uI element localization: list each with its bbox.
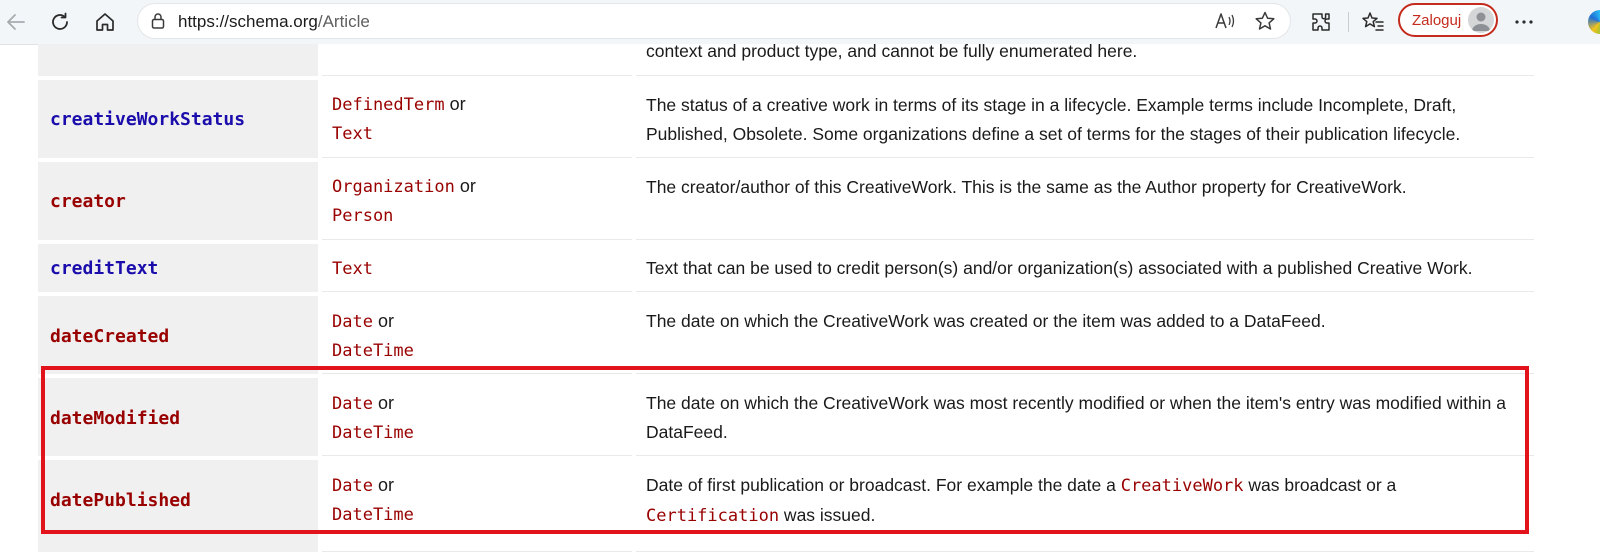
description-cell: The date on which the CreativeWork was c… xyxy=(636,296,1534,374)
url-host: https://schema.org xyxy=(178,12,318,31)
home-button[interactable] xyxy=(89,6,121,38)
toolbar-divider xyxy=(1348,12,1349,32)
favorites-button[interactable] xyxy=(1357,6,1389,38)
type-cell: DefinedTerm or Text xyxy=(322,80,632,158)
refresh-button[interactable] xyxy=(44,6,76,38)
table-row: dateCreated Date or DateTime The date on… xyxy=(38,296,1534,374)
description-cell: The creator/author of this CreativeWork.… xyxy=(636,162,1534,240)
highlight-box xyxy=(41,366,1529,534)
property-link[interactable]: creativeWorkStatus xyxy=(50,109,245,130)
type-separator: or xyxy=(444,94,466,114)
type-link[interactable]: Organization xyxy=(332,177,455,197)
type-cell xyxy=(322,44,632,76)
property-cell xyxy=(38,44,318,76)
more-icon xyxy=(1515,20,1533,24)
type-separator: or xyxy=(372,311,394,331)
page-right-margin xyxy=(1534,44,1600,552)
extensions-icon xyxy=(1312,13,1330,31)
description-cell: Text that can be used to credit person(s… xyxy=(636,244,1534,292)
extensions-button[interactable] xyxy=(1305,6,1337,38)
back-button[interactable] xyxy=(0,6,32,38)
type-cell: Text xyxy=(322,244,632,292)
property-cell: creativeWorkStatus xyxy=(38,80,318,158)
table-row-partial: context and product type, and cannot be … xyxy=(38,41,1534,76)
url-text[interactable]: https://schema.org/Article xyxy=(178,12,370,32)
type-link[interactable]: DateTime xyxy=(332,341,414,361)
property-link[interactable]: creditText xyxy=(50,258,158,279)
table-row: creator Organization or Person The creat… xyxy=(38,162,1534,240)
description-text: The status of a creative work in terms o… xyxy=(646,95,1461,144)
description-cell: The status of a creative work in terms o… xyxy=(636,80,1534,158)
address-bar[interactable]: https://schema.org/Article xyxy=(138,4,1290,38)
description-text: The date on which the CreativeWork was c… xyxy=(646,311,1326,331)
type-link[interactable]: Date xyxy=(332,312,373,332)
back-arrow-icon xyxy=(7,14,25,30)
lock-icon[interactable] xyxy=(148,11,168,31)
refresh-icon xyxy=(52,12,68,30)
read-aloud-icon[interactable] xyxy=(1214,11,1236,31)
property-cell: dateCreated xyxy=(38,296,318,374)
type-cell: Date or DateTime xyxy=(322,296,632,374)
description-cell: context and product type, and cannot be … xyxy=(636,41,1534,76)
property-cell: creator xyxy=(38,162,318,240)
property-link[interactable]: creator xyxy=(50,191,126,212)
more-menu-button[interactable] xyxy=(1508,6,1540,38)
property-link[interactable]: dateCreated xyxy=(50,326,169,347)
table-row: creditText Text Text that can be used to… xyxy=(38,244,1534,292)
type-link[interactable]: Text xyxy=(332,259,373,279)
table-row: creativeWorkStatus DefinedTerm or Text T… xyxy=(38,80,1534,158)
favorite-star-icon[interactable] xyxy=(1254,10,1276,32)
url-path: /Article xyxy=(317,12,370,31)
profile-label: Zaloguj xyxy=(1412,12,1462,29)
home-icon xyxy=(96,13,114,31)
type-link[interactable]: Person xyxy=(332,206,393,226)
description-text: The creator/author of this CreativeWork.… xyxy=(646,177,1407,197)
type-link[interactable]: DefinedTerm xyxy=(332,95,445,115)
type-link[interactable]: Text xyxy=(332,124,373,144)
property-cell: creditText xyxy=(38,244,318,292)
description-text: context and product type, and cannot be … xyxy=(646,41,1138,61)
avatar-icon xyxy=(1468,7,1494,33)
description-text: Text that can be used to credit person(s… xyxy=(646,258,1473,278)
type-separator: or xyxy=(454,176,476,196)
type-cell: Organization or Person xyxy=(322,162,632,240)
edge-copilot-icon[interactable] xyxy=(1588,10,1600,34)
profile-signin-button[interactable]: Zaloguj xyxy=(1398,3,1498,37)
favorites-icon xyxy=(1362,12,1384,31)
